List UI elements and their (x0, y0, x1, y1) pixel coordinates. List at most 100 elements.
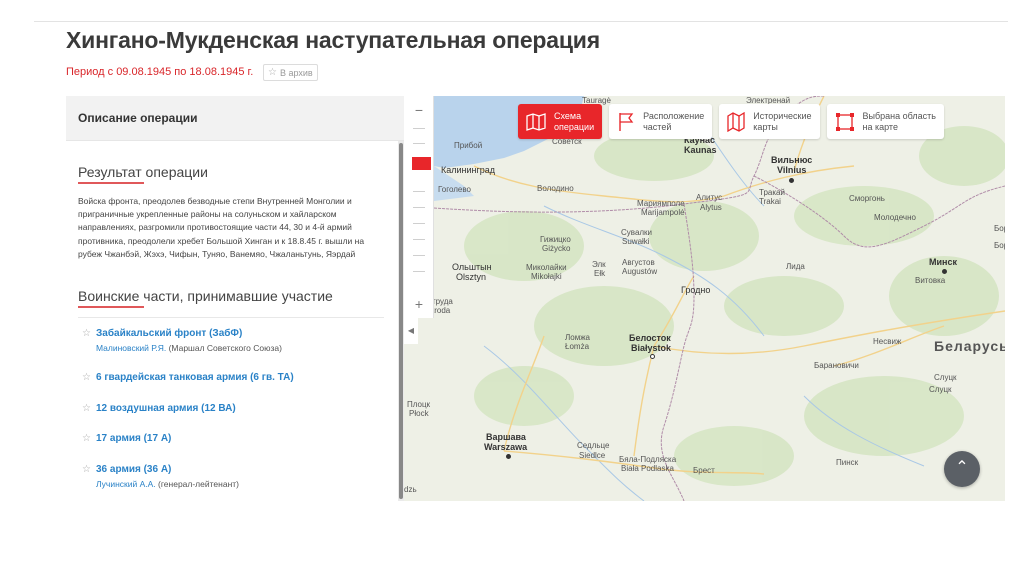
map-label: Łomża (565, 342, 590, 351)
map-label: dzь (404, 485, 417, 494)
map-label: Слуцк (934, 373, 957, 382)
map-label: Marijampolė (641, 208, 685, 217)
map-label: troda (432, 306, 451, 315)
favorite-star-icon[interactable]: ☆ (82, 433, 91, 444)
map-label: Витовка (915, 276, 946, 285)
map-label: Слуцк (929, 385, 952, 394)
zoom-control: − + (404, 96, 434, 318)
archive-label: В архив (279, 67, 313, 78)
tab-historical-maps[interactable]: Исторические карты (719, 104, 820, 139)
result-text: Войска фронта, преодолев безводные степи… (78, 196, 365, 259)
map-label: Мариямполе (637, 199, 685, 208)
zoom-tick[interactable] (413, 143, 425, 144)
historic-map-icon (727, 111, 745, 132)
map-label: Гижицко (540, 235, 571, 244)
unit-link[interactable]: 12 воздушная армия (12 ВА) (96, 403, 236, 414)
map-label: Брест (693, 466, 715, 475)
unit-link[interactable]: 36 армия (36 А) (96, 464, 171, 475)
map-label: Płock (409, 409, 429, 418)
map-label: Alytus (700, 203, 722, 212)
map-label: Седльце (577, 441, 610, 450)
map-label: Миколайки (526, 263, 567, 272)
unit-link[interactable]: 17 армия (17 А) (96, 433, 171, 444)
map-label: Biała Podlaska (621, 464, 674, 473)
top-divider (34, 21, 1008, 22)
favorite-star-icon[interactable]: ☆ (82, 372, 91, 383)
map-label: Лида (786, 262, 805, 271)
tab-selected-area[interactable]: Выбрана область на карте (826, 104, 944, 139)
zoom-tick[interactable] (413, 239, 425, 240)
map-label: Olsztyn (456, 272, 487, 282)
map-label: Mikołajki (531, 272, 562, 281)
chevron-left-icon: ◀ (407, 326, 415, 335)
map-label: Белосток (629, 333, 671, 343)
collapse-panel-button[interactable]: ◀ (404, 318, 418, 344)
map-label: Вильнюс (771, 155, 813, 165)
map-label: Алитус (696, 193, 723, 202)
scrollbar-thumb[interactable] (399, 143, 403, 499)
operation-map[interactable]: Tauragė Электренай Советск Прибой Каунас… (404, 96, 1005, 501)
city-marker (789, 178, 794, 183)
city-marker (942, 269, 947, 274)
map-label: Siedlce (579, 451, 606, 460)
commander-link[interactable]: Малиновский Р.Я. (96, 343, 166, 353)
commander-rank: (генерал-лейтенант) (155, 479, 239, 489)
map-label: Августов (622, 258, 655, 267)
favorite-star-icon[interactable]: ☆ (82, 464, 91, 475)
map-label: Ełk (594, 269, 606, 278)
unit-commander: Малиновский Р.Я. (Маршал Советского Союз… (96, 343, 282, 353)
map-label: Vilnius (777, 165, 807, 175)
section-divider (78, 317, 384, 318)
map-label: Бор (994, 241, 1005, 250)
map-label: Ольштын (452, 262, 492, 272)
flag-icon (619, 112, 634, 131)
map-label: Гоголево (438, 185, 471, 194)
page-title: Хингано-Мукденская наступательная операц… (66, 27, 600, 53)
map-label: Сморгонь (849, 194, 885, 203)
zoom-tick[interactable] (413, 128, 425, 129)
map-label: Минск (929, 257, 957, 267)
map-label: Сувалки (621, 228, 653, 237)
unit-link[interactable]: 6 гвардейская танковая армия (6 гв. ТА) (96, 372, 294, 383)
zoom-tick[interactable] (413, 271, 425, 272)
map-label: Варшава (486, 432, 526, 442)
map-label: Ломжа (565, 333, 590, 342)
map-label: Плоцк (407, 400, 431, 409)
unit-link[interactable]: Забайкальский фронт (ЗабФ) (96, 328, 242, 339)
zoom-tick[interactable] (413, 255, 425, 256)
section-underline (78, 306, 144, 308)
city-marker (506, 454, 511, 459)
zoom-out-button[interactable]: − (404, 98, 434, 122)
star-icon: ☆ (268, 67, 277, 78)
city-marker (650, 354, 655, 359)
archive-button[interactable]: ☆ В архив (263, 64, 318, 81)
scroll-to-top-button[interactable]: ⌃ (944, 451, 980, 487)
panel-header-title: Описание операции (78, 111, 198, 125)
commander-link[interactable]: Лучинский А.А. (96, 479, 156, 489)
map-label: Прибой (454, 141, 483, 150)
map-label: Пинск (836, 458, 859, 467)
map-label: Гродно (681, 285, 711, 295)
map-label: Бор (994, 224, 1005, 233)
map-label: Молодечно (874, 213, 916, 222)
favorite-star-icon[interactable]: ☆ (82, 328, 91, 339)
section-underline (78, 182, 144, 184)
zoom-tick[interactable] (413, 223, 425, 224)
zoom-tick[interactable] (413, 207, 425, 208)
zoom-level-indicator[interactable] (412, 157, 431, 170)
tab-unit-positions[interactable]: Расположение частей (609, 104, 713, 139)
map-label: Бяла-Подляска (619, 455, 677, 464)
area-select-icon (835, 112, 854, 131)
favorite-star-icon[interactable]: ☆ (82, 403, 91, 414)
map-label: Augustów (622, 267, 658, 276)
operation-description-panel: Описание операции Результат операции Вой… (66, 96, 404, 501)
map-label: Барановичи (814, 361, 859, 370)
tab-operation-scheme[interactable]: Схема операции (518, 104, 603, 139)
zoom-in-button[interactable]: + (404, 292, 434, 316)
tab-label: Расположение частей (643, 110, 705, 132)
map-label: Несвиж (873, 337, 902, 346)
zoom-tick[interactable] (413, 191, 425, 192)
commander-rank: (Маршал Советского Союза) (166, 343, 282, 353)
map-label: Володино (537, 184, 574, 193)
map-label: Suwałki (622, 237, 650, 246)
